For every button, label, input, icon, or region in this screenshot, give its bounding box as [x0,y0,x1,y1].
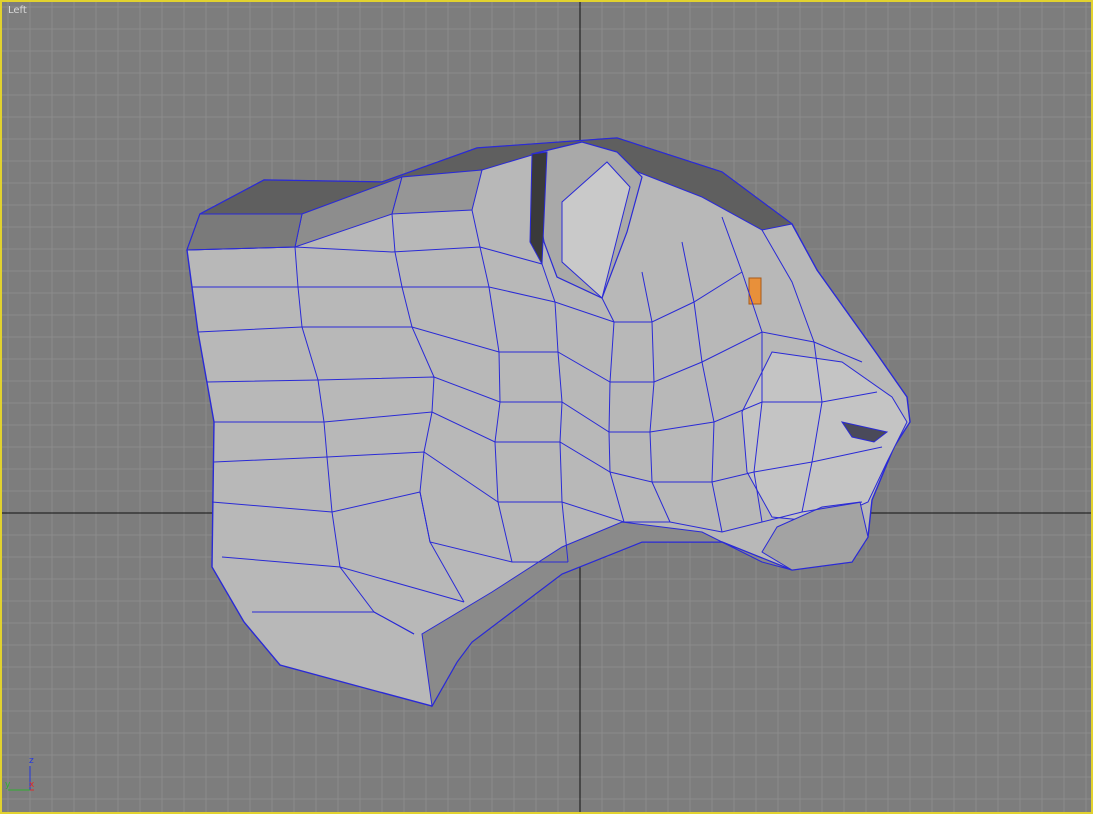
axis-z-label: z [29,756,34,766]
top-strip-facet [391,169,483,215]
axis-gizmo: z y x [4,756,44,800]
viewport-label[interactable]: Left [8,5,27,16]
eye-selection[interactable] [748,277,762,305]
viewport-left[interactable]: Left z y x [0,0,1093,814]
viewport-canvas[interactable] [2,2,1093,814]
top-strip-facet [186,213,303,251]
axis-x-label: x [29,780,35,790]
axis-y-label: y [5,780,11,790]
axis-gizmo-lines [8,766,34,791]
cat-head-mesh[interactable] [186,137,911,708]
